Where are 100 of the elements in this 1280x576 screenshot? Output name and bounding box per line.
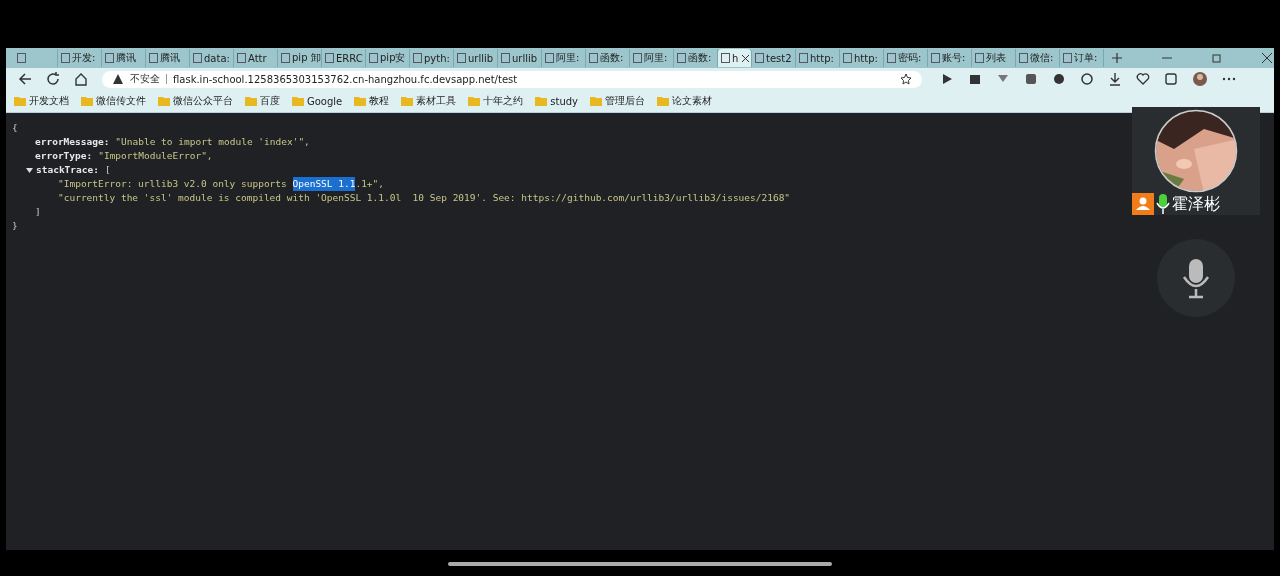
json-string: .1+", <box>355 177 385 191</box>
bookmark-item[interactable]: 管理后台 <box>590 94 645 108</box>
browser-tab[interactable]: urllib <box>454 49 498 67</box>
collections-icon[interactable] <box>1164 72 1178 86</box>
page-icon <box>413 53 422 63</box>
participant-name: 霍泽彬 <box>1172 193 1220 215</box>
page-icon <box>325 53 334 63</box>
bookmark-item[interactable]: 十年之约 <box>468 94 524 108</box>
page-icon <box>589 53 598 63</box>
page-icon <box>633 53 642 63</box>
browser-tab[interactable]: 腾讯 <box>102 49 146 67</box>
extension-icon[interactable] <box>968 72 982 86</box>
url-text: flask.in-school.1258365303153762.cn-hangzhou.fc.devsapp.net/test <box>173 73 518 85</box>
browser-tab[interactable]: 开发: <box>58 49 102 67</box>
browser-tab[interactable]: 阿里: <box>630 49 674 67</box>
page-icon <box>545 53 554 63</box>
folder-icon <box>245 96 257 106</box>
folder-icon <box>158 96 170 106</box>
page-icon <box>1019 53 1028 63</box>
json-bracket: ] <box>35 205 41 219</box>
avatar-icon[interactable] <box>1192 71 1208 87</box>
browser-tab[interactable]: h <box>718 49 752 67</box>
json-key: errorType: <box>35 149 93 163</box>
browser-tab[interactable]: 列表 <box>972 49 1016 67</box>
address-field[interactable]: 不安全 flask.in-school.1258365303153762.cn-hangzhou.fc.devsapp.net/test <box>102 70 922 88</box>
json-string: "currently the 'ssl' module is compiled with 'OpenSSL 1.1.0l 10 Sep 2019'. See: https://github.com/urllib3/urllib3/issues/2168" <box>58 191 791 205</box>
folder-icon <box>657 96 669 106</box>
bookmark-item[interactable]: 微信传文件 <box>81 94 146 108</box>
browser-tab[interactable]: ERRC <box>322 49 366 67</box>
json-string: "ImportModuleError", <box>98 149 213 163</box>
extension-icon[interactable] <box>1024 72 1038 86</box>
page-icon <box>105 53 114 63</box>
page-icon <box>677 53 686 63</box>
warning-icon <box>112 73 124 85</box>
json-bracket: [ <box>104 163 111 177</box>
json-bracket: { <box>12 121 18 135</box>
folder-icon <box>401 96 414 106</box>
browser-tab[interactable]: 腾讯 <box>146 49 190 67</box>
star-icon[interactable] <box>900 73 912 85</box>
browser-tab[interactable]: pip 卸 <box>278 49 322 67</box>
bookmark-item[interactable]: 教程 <box>354 94 390 108</box>
page-icon <box>193 53 202 63</box>
page-icon <box>17 53 26 63</box>
play-icon[interactable] <box>940 72 954 86</box>
browser-tab[interactable]: data: <box>190 49 234 67</box>
json-key: errorMessage: <box>35 135 110 149</box>
browser-tab[interactable] <box>14 49 58 67</box>
bookmark-item[interactable]: study <box>535 95 578 107</box>
browser-tab[interactable]: http: <box>840 49 884 67</box>
new-tab-icon[interactable] <box>1112 53 1122 63</box>
browser-tab[interactable]: 密码: <box>884 49 928 67</box>
page-icon <box>721 53 730 63</box>
browser-tab[interactable]: 微信: <box>1016 49 1060 67</box>
back-icon[interactable] <box>18 72 32 86</box>
json-string: "ImportError: urllib3 v2.0 only supports <box>58 177 288 191</box>
expand-triangle-icon[interactable] <box>26 166 33 174</box>
restore-icon[interactable] <box>1212 53 1222 63</box>
home-icon[interactable] <box>74 72 88 86</box>
browser-tab[interactable]: 阿里: <box>542 49 586 67</box>
folder-icon <box>81 96 93 106</box>
page-icon <box>237 53 246 63</box>
browser-tab[interactable]: pyth: <box>410 49 454 67</box>
bookmark-item[interactable]: 微信公众平台 <box>158 94 233 108</box>
extension-icon[interactable] <box>1052 72 1066 86</box>
browser-tab[interactable]: 订单: <box>1060 49 1104 67</box>
page-icon <box>149 53 158 63</box>
browser-tab[interactable]: 函数: <box>586 49 630 67</box>
browser-tab[interactable]: pip安 <box>366 49 410 67</box>
close-icon[interactable] <box>1262 53 1272 63</box>
bookmark-item[interactable]: 素材工具 <box>401 94 457 108</box>
selected-text: OpenSSL 1.1 <box>292 177 356 191</box>
bookmark-item[interactable]: 论文素材 <box>657 94 712 108</box>
browser-tab[interactable]: test2 <box>752 49 796 67</box>
microphone-icon <box>1181 257 1211 299</box>
json-string: "Unable to import module 'index'", <box>115 135 310 149</box>
browser-tab[interactable]: urllib <box>498 49 542 67</box>
browser-tab[interactable]: http: <box>796 49 840 67</box>
bookmark-item[interactable]: 百度 <box>245 94 280 108</box>
host-icon <box>1132 193 1154 215</box>
bookmark-item[interactable]: 开发文档 <box>14 94 69 108</box>
bookmark-item[interactable]: Google <box>292 95 343 107</box>
folder-icon <box>354 96 367 106</box>
page-icon <box>61 53 70 63</box>
page-icon <box>887 53 896 63</box>
page-icon <box>799 53 808 63</box>
browser-tab[interactable]: Attr <box>234 49 278 67</box>
folder-icon <box>468 96 481 106</box>
folder-icon <box>535 96 548 106</box>
close-icon[interactable] <box>742 54 750 62</box>
page-icon <box>281 53 290 63</box>
folder-icon <box>590 96 602 106</box>
page-icon <box>843 53 852 63</box>
download-icon[interactable] <box>1108 72 1122 86</box>
heart-icon[interactable] <box>1136 72 1150 86</box>
reload-icon[interactable] <box>46 72 60 86</box>
page-icon <box>931 53 940 63</box>
folder-icon <box>292 96 304 106</box>
security-label: 不安全 <box>130 72 160 86</box>
page-icon <box>501 53 510 63</box>
browser-tab[interactable]: 账号: <box>928 49 972 67</box>
